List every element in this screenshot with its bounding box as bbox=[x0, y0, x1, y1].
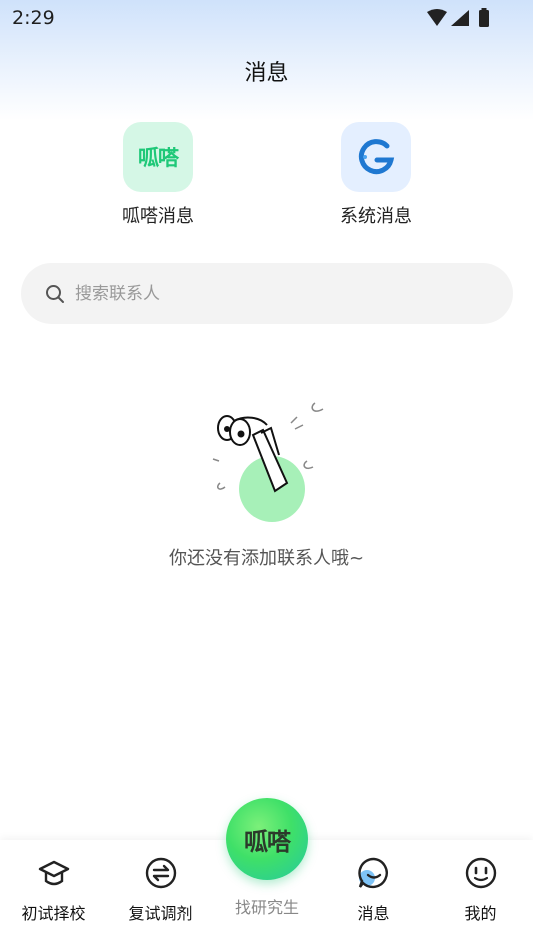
find-grad-label: 找研究生 bbox=[234, 898, 299, 917]
system-messages-label: 系统消息 bbox=[340, 206, 412, 227]
system-logo-icon bbox=[341, 122, 411, 192]
tab-label: 我的 bbox=[464, 904, 497, 923]
empty-contacts-illustration bbox=[212, 402, 324, 522]
guata-logo-text: 呱嗒 bbox=[138, 146, 179, 170]
tab-label: 复试调剂 bbox=[128, 904, 193, 923]
guata-logo-icon: 呱嗒 bbox=[123, 122, 193, 192]
wifi-icon bbox=[427, 9, 447, 26]
swap-icon bbox=[145, 857, 176, 889]
search-bar[interactable] bbox=[21, 263, 513, 324]
system-messages-entry[interactable]: 系统消息 bbox=[321, 122, 431, 228]
cellular-signal-icon bbox=[451, 10, 469, 26]
tab-school-selection[interactable]: 初试择校 bbox=[0, 856, 107, 924]
status-bar: 2:29 bbox=[0, 0, 533, 36]
tab-label: 消息 bbox=[357, 904, 390, 923]
status-icons bbox=[427, 8, 489, 27]
guata-messages-entry[interactable]: 呱嗒 呱嗒消息 bbox=[103, 122, 213, 228]
chat-bubble-icon bbox=[357, 857, 388, 889]
empty-state-text: 你还没有添加联系人哦~ bbox=[168, 548, 365, 569]
status-time: 2:29 bbox=[12, 7, 55, 29]
bottom-tab-bar: 初试择校 复试调剂 呱嗒 找研究生 消息 我的 bbox=[0, 798, 533, 948]
smile-face-icon bbox=[465, 857, 496, 889]
graduation-cap-icon bbox=[38, 860, 69, 886]
battery-icon bbox=[479, 10, 489, 27]
page-title: 消息 bbox=[244, 61, 289, 86]
search-input[interactable] bbox=[73, 282, 477, 305]
find-grad-center-button[interactable]: 呱嗒 bbox=[226, 798, 308, 880]
tab-label: 初试择校 bbox=[21, 904, 86, 923]
center-logo-text: 呱嗒 bbox=[244, 827, 291, 856]
guata-messages-label: 呱嗒消息 bbox=[122, 206, 194, 227]
search-icon bbox=[46, 284, 64, 303]
tab-adjustment[interactable]: 复试调剂 bbox=[107, 856, 214, 924]
tab-profile[interactable]: 我的 bbox=[427, 856, 533, 924]
tab-messages[interactable]: 消息 bbox=[320, 856, 427, 924]
